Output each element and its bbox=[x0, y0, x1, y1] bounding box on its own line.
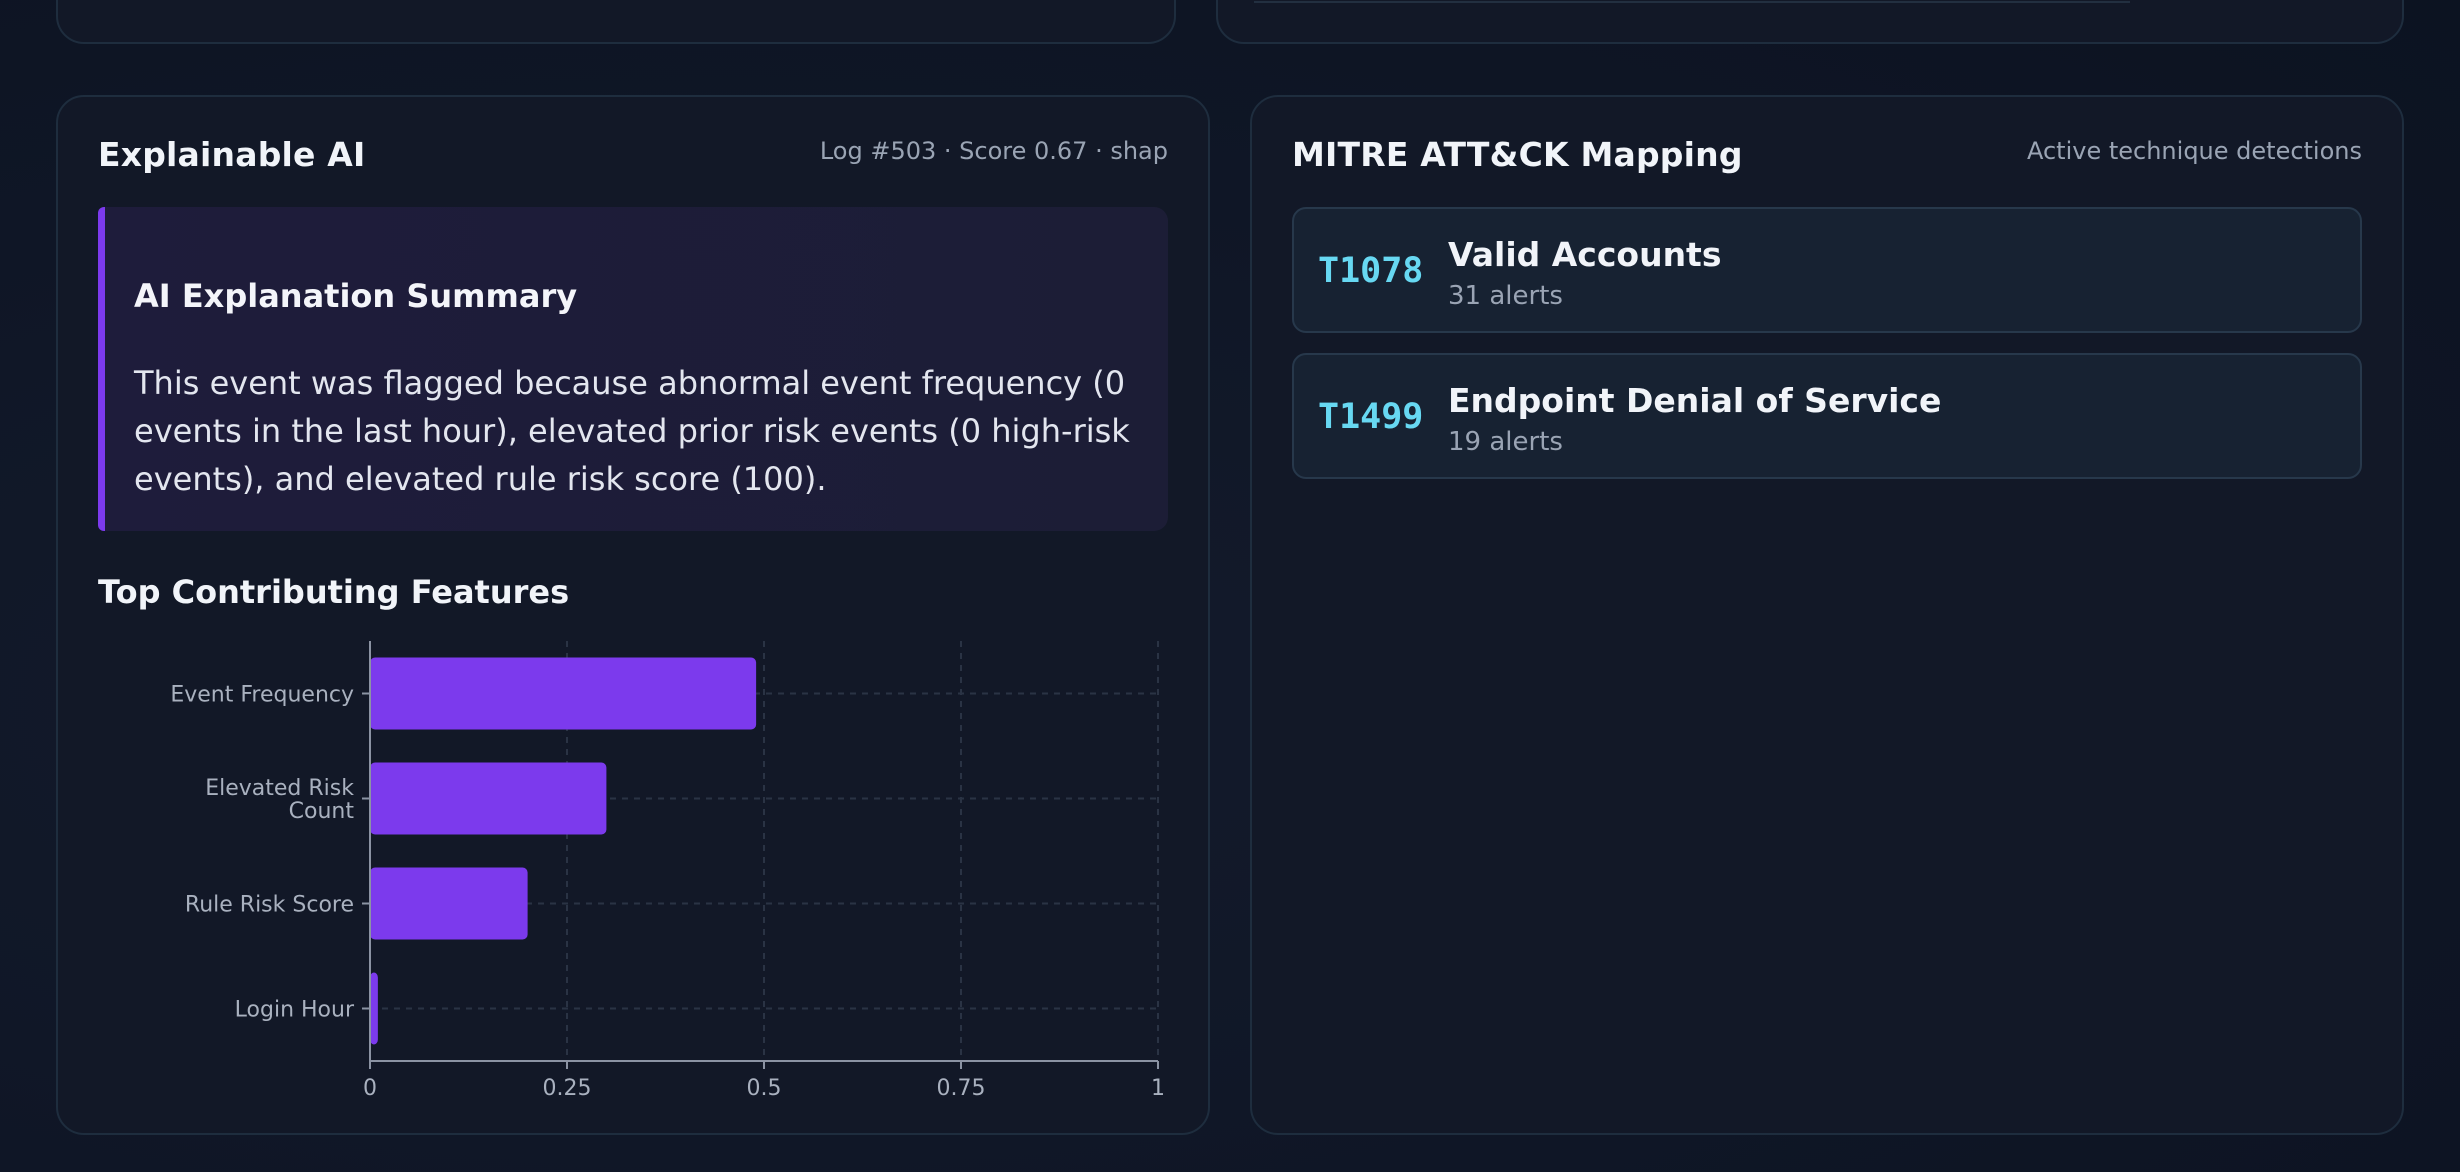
x-tick-label: 0.5 bbox=[747, 1076, 782, 1101]
bar-login-hour[interactable] bbox=[370, 972, 378, 1045]
ai-explanation-summary: AI Explanation Summary This event was fl… bbox=[98, 207, 1168, 531]
technique-item[interactable]: T1499 Endpoint Denial of Service 19 aler… bbox=[1292, 353, 2362, 479]
dashboard-page: Explainable AI Log #503 · Score 0.67 · s… bbox=[0, 0, 2460, 1172]
y-tick-label: Elevated Risk Count bbox=[205, 776, 354, 824]
top-right-card bbox=[1216, 0, 2404, 44]
x-tick-label: 0 bbox=[363, 1076, 377, 1101]
feature-importance-chart: Event Frequency Elevated Risk Count Rule Ri… bbox=[170, 641, 1165, 1101]
bar-event-frequency[interactable] bbox=[370, 657, 757, 730]
technique-alert-count: 19 alerts bbox=[1448, 427, 1563, 457]
technique-id: T1499 bbox=[1318, 397, 1424, 437]
x-tick-label: 1 bbox=[1151, 1076, 1165, 1101]
explainable-ai-title: Explainable AI bbox=[98, 135, 366, 174]
mitre-meta: Active technique detections bbox=[2026, 137, 2362, 165]
top-right-divider bbox=[1254, 1, 2130, 3]
summary-text: This event was flagged because abnormal … bbox=[134, 364, 1130, 498]
mitre-title: MITRE ATT&CK Mapping bbox=[1292, 135, 1743, 174]
bar-elevated-risk-count[interactable] bbox=[370, 762, 607, 835]
top-features-title: Top Contributing Features bbox=[98, 573, 570, 611]
x-tick-label: 0.25 bbox=[543, 1076, 592, 1101]
x-tick-label: 0.75 bbox=[937, 1076, 986, 1101]
technique-id: T1078 bbox=[1318, 251, 1424, 291]
technique-item[interactable]: T1078 Valid Accounts 31 alerts bbox=[1292, 207, 2362, 333]
y-tick-label: Rule Risk Score bbox=[185, 893, 354, 918]
y-tick-label: Login Hour bbox=[235, 998, 355, 1023]
technique-name: Valid Accounts bbox=[1448, 235, 1722, 274]
summary-title: AI Explanation Summary bbox=[134, 277, 578, 315]
mitre-attack-card: MITRE ATT&CK Mapping Active technique de… bbox=[1250, 95, 2404, 1135]
explainable-ai-card: Explainable AI Log #503 · Score 0.67 · s… bbox=[56, 95, 1210, 1135]
top-left-card bbox=[56, 0, 1176, 44]
y-tick-label: Event Frequency bbox=[170, 683, 354, 708]
bar-rule-risk-score[interactable] bbox=[370, 867, 528, 940]
technique-name: Endpoint Denial of Service bbox=[1448, 381, 1942, 420]
explainable-ai-meta: Log #503 · Score 0.67 · shap bbox=[819, 137, 1168, 165]
technique-alert-count: 31 alerts bbox=[1448, 281, 1563, 311]
